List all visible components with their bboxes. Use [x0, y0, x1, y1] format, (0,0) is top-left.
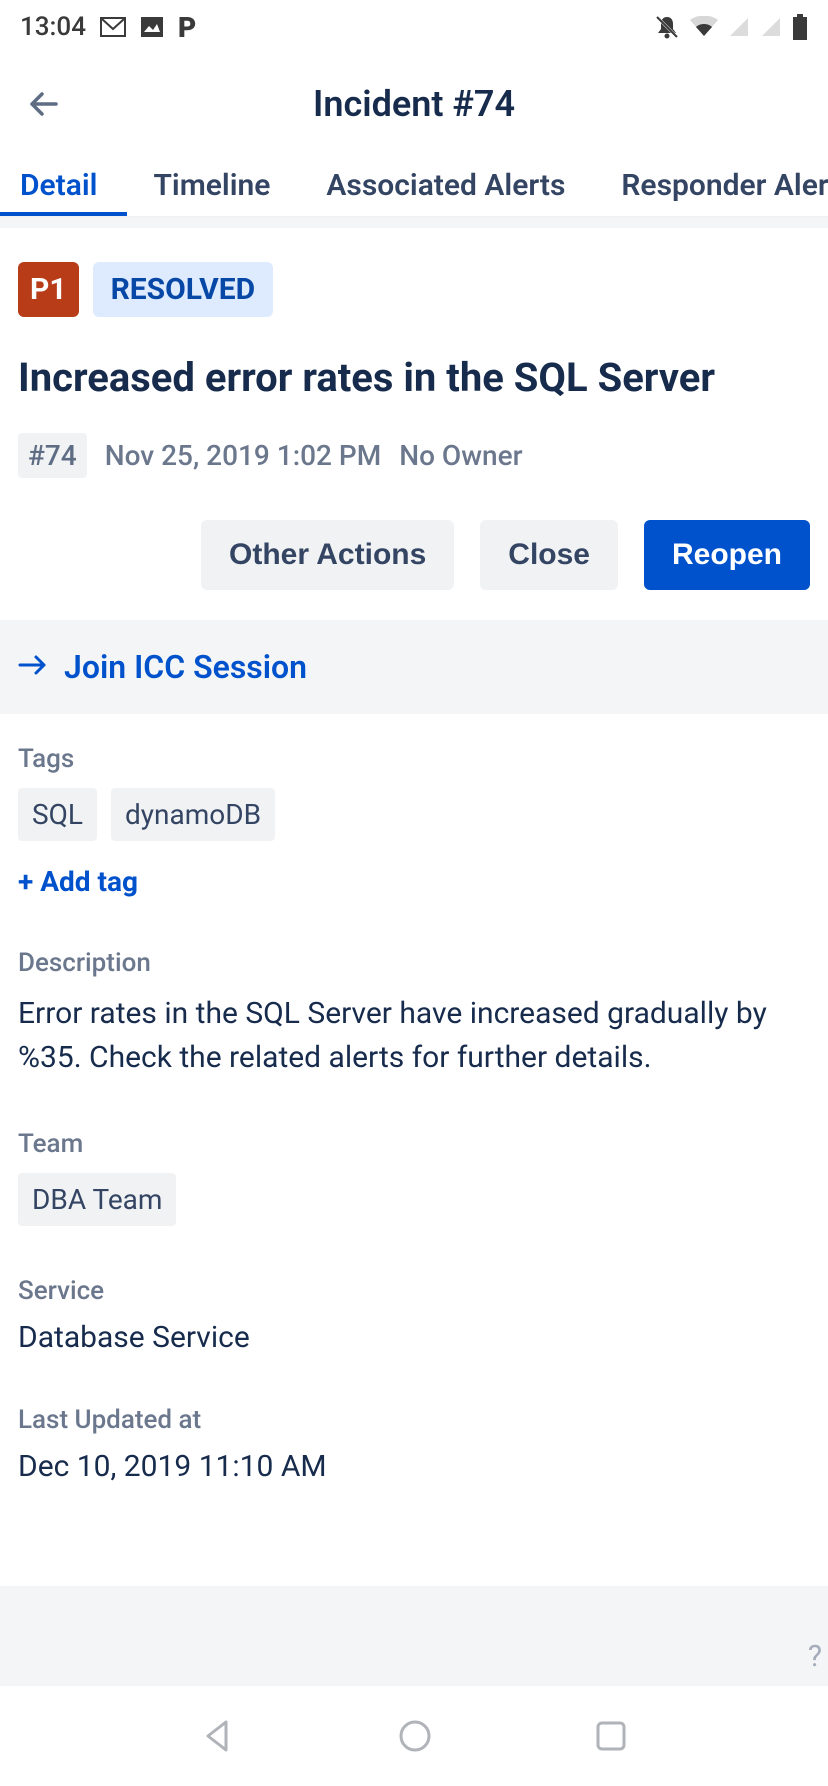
team-label: Team — [18, 1129, 810, 1159]
tab-detail[interactable]: Detail — [20, 154, 97, 216]
tab-responder-alerts[interactable]: Responder Alerts — [621, 154, 828, 216]
service-label: Service — [18, 1276, 810, 1306]
signal-icon — [728, 16, 750, 38]
service-value: Database Service — [18, 1320, 810, 1355]
photo-icon — [140, 16, 164, 38]
signal2-icon — [760, 16, 782, 38]
add-tag-button[interactable]: + Add tag — [18, 865, 138, 898]
icc-link-label: Join ICC Session — [64, 648, 307, 686]
description-label: Description — [18, 948, 810, 978]
battery-icon — [792, 14, 808, 40]
app-bar: Incident #74 — [0, 54, 828, 154]
tab-timeline[interactable]: Timeline — [153, 154, 270, 216]
mail-icon — [100, 17, 126, 37]
arrow-right-icon — [18, 653, 48, 681]
tags-label: Tags — [18, 744, 810, 774]
nav-home-button[interactable] — [397, 1718, 433, 1758]
updated-value: Dec 10, 2019 11:10 AM — [18, 1449, 810, 1484]
incident-id-chip: #74 — [18, 433, 87, 478]
reopen-button[interactable]: Reopen — [644, 520, 810, 590]
status-badge: RESOLVED — [93, 262, 274, 317]
tag-chip[interactable]: SQL — [18, 788, 97, 841]
nav-back-button[interactable] — [200, 1718, 236, 1758]
page-title: Incident #74 — [0, 83, 828, 125]
tab-associated-alerts[interactable]: Associated Alerts — [326, 154, 565, 216]
status-time: 13:04 — [20, 12, 86, 42]
help-icon[interactable]: ? — [808, 1639, 822, 1674]
system-nav-bar — [0, 1690, 828, 1786]
p-icon: P — [178, 11, 196, 44]
updated-label: Last Updated at — [18, 1405, 810, 1435]
icc-banner[interactable]: Join ICC Session — [0, 620, 828, 714]
status-bar: 13:04 P — [0, 0, 828, 54]
bottom-area — [0, 1586, 828, 1686]
description-text: Error rates in the SQL Server have incre… — [18, 992, 810, 1079]
created-date: Nov 25, 2019 1:02 PM — [105, 439, 382, 472]
back-button[interactable] — [20, 80, 68, 128]
incident-title: Increased error rates in the SQL Server — [18, 353, 810, 403]
other-actions-button[interactable]: Other Actions — [201, 520, 454, 590]
tabs: Detail Timeline Associated Alerts Respon… — [0, 154, 828, 218]
wifi-icon — [690, 16, 718, 38]
close-button[interactable]: Close — [480, 520, 618, 590]
owner-text: No Owner — [399, 439, 522, 472]
team-chip[interactable]: DBA Team — [18, 1173, 176, 1226]
tag-chip[interactable]: dynamoDB — [111, 788, 275, 841]
arrow-left-icon — [24, 84, 64, 124]
nav-recents-button[interactable] — [594, 1719, 628, 1757]
priority-badge: P1 — [18, 262, 79, 317]
bell-muted-icon — [654, 14, 680, 40]
